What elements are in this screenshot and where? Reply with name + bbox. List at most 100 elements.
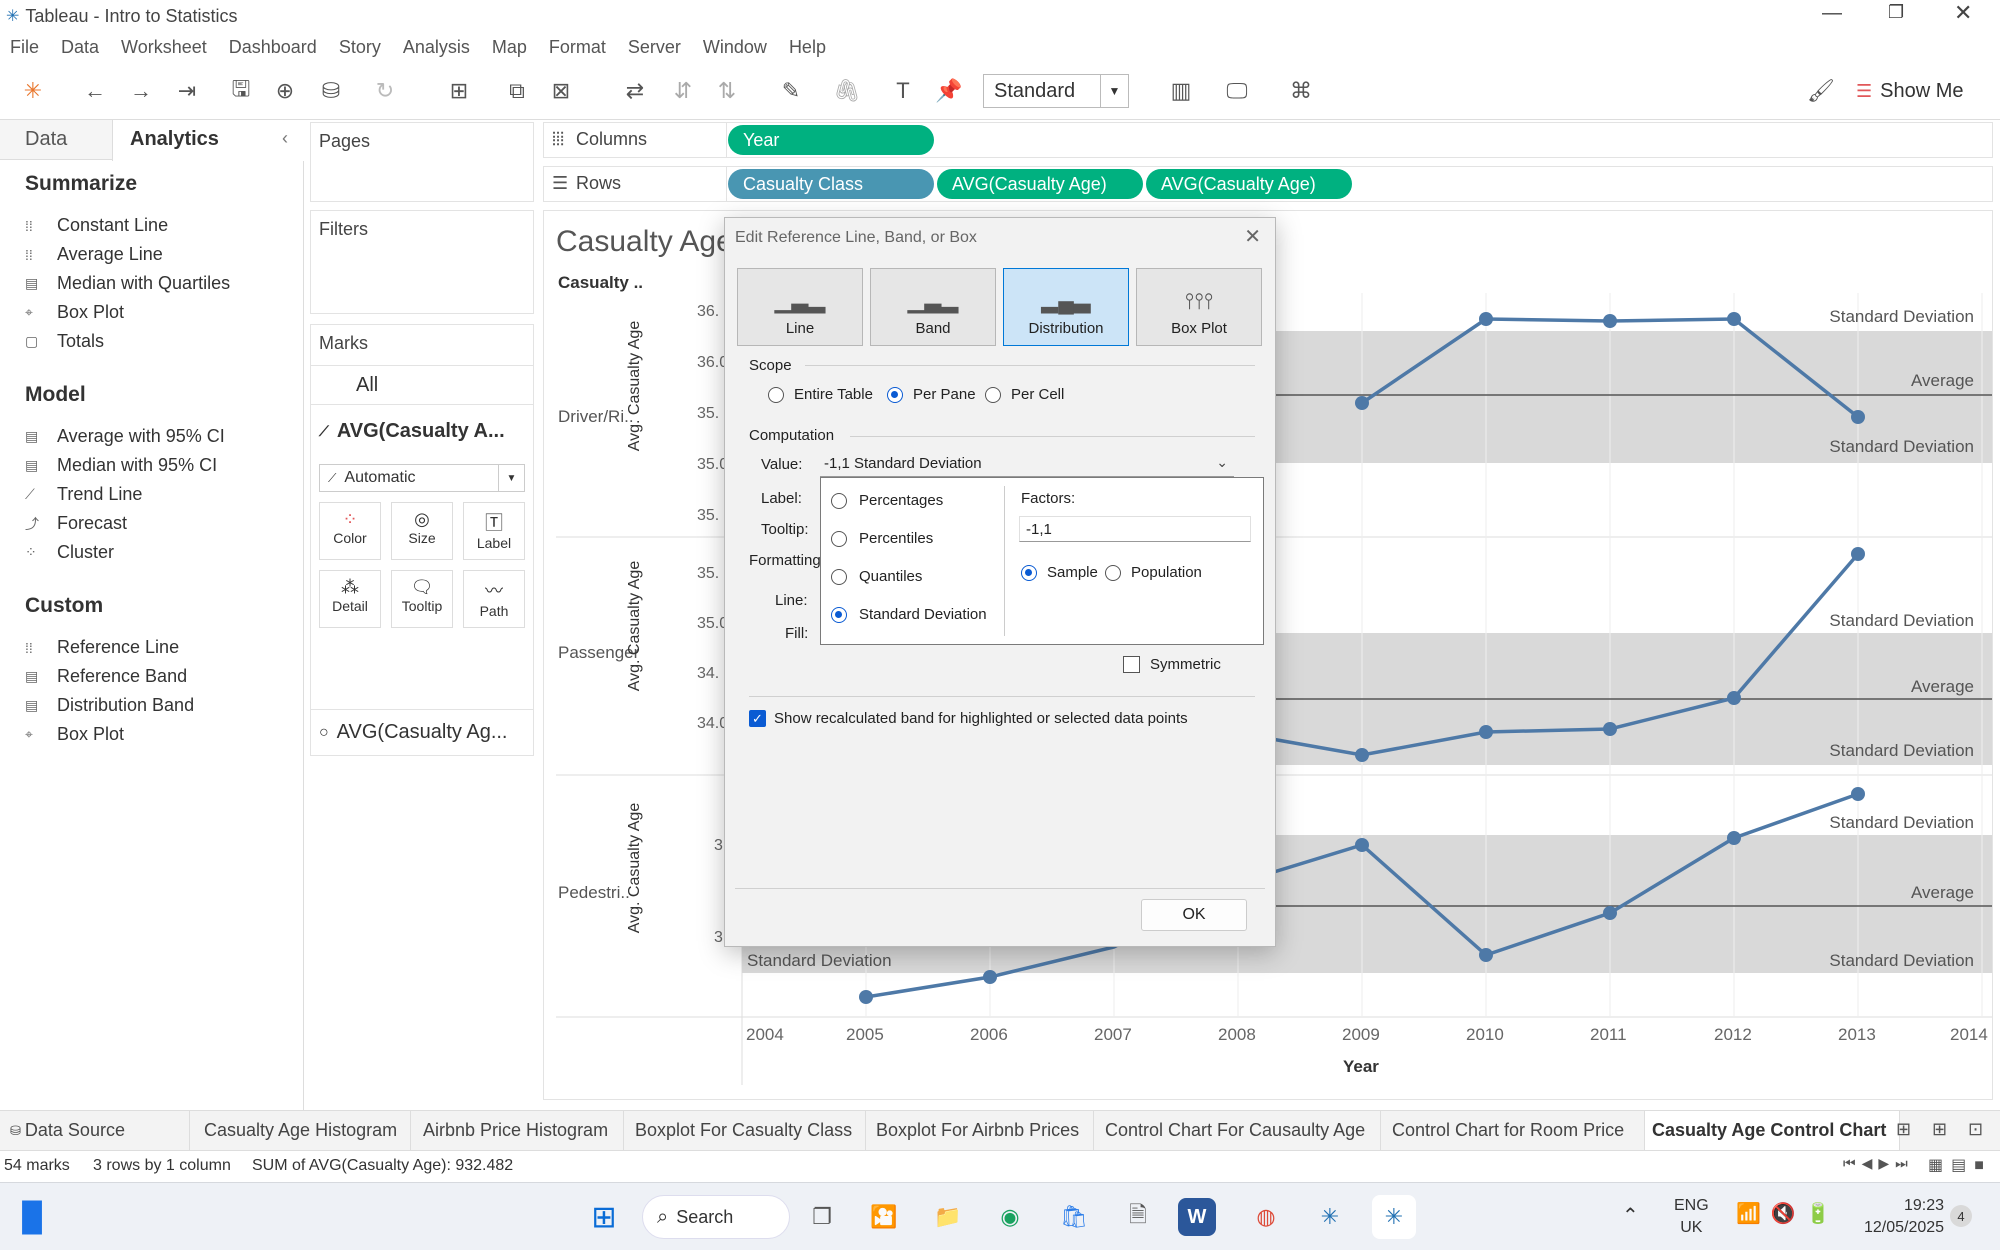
tableau-active-taskbar-icon[interactable]: ✳: [1372, 1195, 1416, 1239]
menu-format[interactable]: Format: [549, 37, 606, 58]
dialog-close-icon[interactable]: ✕: [1244, 224, 1261, 249]
tab-airbnb-price-histogram[interactable]: Airbnb Price Histogram: [423, 1120, 608, 1141]
save-icon[interactable]: 🖫: [224, 74, 258, 108]
color-button[interactable]: ⁘ Color: [319, 502, 381, 560]
tab-control-chart-room-price[interactable]: Control Chart for Room Price: [1392, 1120, 1624, 1141]
data-point[interactable]: [1603, 722, 1617, 736]
year-pill[interactable]: Year: [728, 125, 934, 155]
tab-casualty-age-control-chart[interactable]: Casualty Age Control Chart: [1652, 1120, 1886, 1141]
cluster-item[interactable]: ⁘ Cluster: [25, 542, 114, 563]
data-point[interactable]: [859, 990, 873, 1004]
replay-icon[interactable]: ⇥: [170, 74, 204, 108]
teams-chat-icon[interactable]: 🎦: [862, 1195, 906, 1239]
data-point[interactable]: [1851, 547, 1865, 561]
tab-distribution[interactable]: ▂▄▃ Distribution: [1003, 268, 1129, 346]
menu-window[interactable]: Window: [703, 37, 767, 58]
show-labels-icon[interactable]: T: [886, 74, 920, 108]
undo-icon[interactable]: ←: [78, 74, 112, 108]
notepad-icon[interactable]: 🗎: [1116, 1195, 1160, 1239]
constant-line-item[interactable]: ⁞⁞ Constant Line: [25, 215, 168, 236]
menu-analysis[interactable]: Analysis: [403, 37, 470, 58]
dist-quantiles[interactable]: Quantiles: [831, 568, 922, 585]
taskbar-search[interactable]: ⌕ Search: [642, 1195, 790, 1239]
tab-control-chart-causaulty-age[interactable]: Control Chart For Causaulty Age: [1105, 1120, 1365, 1141]
file-explorer-icon[interactable]: 📁: [926, 1195, 970, 1239]
highlight-icon[interactable]: ✎: [774, 74, 808, 108]
avg-casualty-age-pill-2[interactable]: AVG(Casualty Age): [1146, 169, 1352, 199]
marks-measure-2[interactable]: ○ AVG(Casualty Ag...: [311, 709, 533, 755]
presentation-icon[interactable]: 🖵: [1220, 74, 1254, 108]
data-point[interactable]: [1355, 396, 1369, 410]
detail-button[interactable]: ⁂ Detail: [319, 570, 381, 628]
data-point[interactable]: [983, 970, 997, 984]
restore-icon[interactable]: ❐: [1888, 2, 1904, 23]
data-point[interactable]: [1479, 725, 1493, 739]
menu-dashboard[interactable]: Dashboard: [229, 37, 317, 58]
dist-percentiles[interactable]: Percentiles: [831, 530, 933, 547]
pages-card[interactable]: Pages: [310, 122, 534, 202]
value-select[interactable]: -1,1 Standard Deviation ⌄: [820, 451, 1234, 477]
tab-box-plot[interactable]: ⫯⫯⫯ Box Plot: [1136, 268, 1262, 346]
collapse-pane-icon[interactable]: ‹: [282, 128, 288, 149]
new-datasource-icon[interactable]: ⊕: [268, 74, 302, 108]
tab-data[interactable]: Data: [25, 128, 67, 151]
new-worksheet-tab-icon[interactable]: ⊞: [1896, 1119, 1911, 1140]
factors-input[interactable]: -1,1: [1019, 516, 1251, 542]
data-point[interactable]: [1727, 691, 1741, 705]
pin-icon[interactable]: 📌: [932, 74, 966, 108]
menu-help[interactable]: Help: [789, 37, 826, 58]
windows-start-icon[interactable]: ⊞: [582, 1195, 626, 1239]
median-quartiles-item[interactable]: ▤ Median with Quartiles: [25, 273, 230, 294]
system-tray-icons[interactable]: 📶🔇🔋: [1736, 1201, 1841, 1226]
ok-button[interactable]: OK: [1141, 899, 1247, 931]
view-mode-icons[interactable]: ▦▤■: [1928, 1155, 1992, 1175]
clear-sheet-icon[interactable]: ⊠: [544, 74, 578, 108]
average-ci-item[interactable]: ▤ Average with 95% CI: [25, 426, 225, 447]
distribution-band-item[interactable]: ▤ Distribution Band: [25, 695, 194, 716]
tooltip-button[interactable]: 🗨 Tooltip: [391, 570, 453, 628]
store-icon[interactable]: 🛍: [1052, 1195, 1096, 1239]
data-point[interactable]: [1479, 312, 1493, 326]
forecast-item[interactable]: ⤴ Forecast: [25, 513, 127, 534]
casualty-class-pill[interactable]: Casualty Class: [728, 169, 934, 199]
recalculated-band-checkbox[interactable]: ✓ Show recalculated band for highlighted…: [749, 710, 1188, 727]
sample-radio[interactable]: Sample: [1021, 564, 1098, 581]
menu-server[interactable]: Server: [628, 37, 681, 58]
refresh-icon[interactable]: ↻: [368, 74, 402, 108]
task-view-icon[interactable]: ❐: [800, 1195, 844, 1239]
data-point[interactable]: [1355, 748, 1369, 762]
new-dashboard-tab-icon[interactable]: ⊞: [1932, 1119, 1947, 1140]
tableau-home-icon[interactable]: ✳: [16, 74, 50, 108]
totals-item[interactable]: ▢ Totals: [25, 331, 104, 352]
scope-per-cell[interactable]: Per Cell: [985, 386, 1064, 403]
edge-icon[interactable]: ◉: [988, 1195, 1032, 1239]
swap-icon[interactable]: ⇄: [618, 74, 652, 108]
group-icon[interactable]: 🖇: [830, 74, 864, 108]
data-point[interactable]: [1479, 948, 1493, 962]
duplicate-sheet-icon[interactable]: ⧉: [500, 74, 534, 108]
tab-boxplot-casualty-class[interactable]: Boxplot For Casualty Class: [635, 1120, 852, 1141]
dist-standard-deviation[interactable]: Standard Deviation: [831, 606, 987, 623]
scope-entire-table[interactable]: Entire Table: [768, 386, 873, 403]
sort-asc-icon[interactable]: ⇵: [666, 74, 700, 108]
new-worksheet-icon[interactable]: ⊞: [442, 74, 476, 108]
data-point[interactable]: [1727, 831, 1741, 845]
symmetric-checkbox[interactable]: Symmetric: [1123, 656, 1221, 673]
redo-icon[interactable]: →: [124, 74, 158, 108]
menu-worksheet[interactable]: Worksheet: [121, 37, 207, 58]
tab-boxplot-airbnb-prices[interactable]: Boxplot For Airbnb Prices: [876, 1120, 1079, 1141]
custom-box-plot-item[interactable]: ⌖ Box Plot: [25, 724, 124, 745]
menu-file[interactable]: File: [10, 37, 39, 58]
menu-map[interactable]: Map: [492, 37, 527, 58]
data-point[interactable]: [1355, 838, 1369, 852]
new-story-tab-icon[interactable]: ⊡: [1968, 1119, 1983, 1140]
share-icon[interactable]: ⌘: [1284, 74, 1318, 108]
fit-select[interactable]: Standard ▼: [983, 74, 1129, 108]
reference-band-item[interactable]: ▤ Reference Band: [25, 666, 187, 687]
word-icon[interactable]: W: [1178, 1198, 1216, 1236]
format-painter-icon[interactable]: 🖌: [1804, 74, 1838, 108]
notification-badge[interactable]: 4: [1950, 1205, 1972, 1227]
label-button[interactable]: 🅃 Label: [463, 502, 525, 560]
tab-casualty-age-histogram[interactable]: Casualty Age Histogram: [204, 1120, 397, 1141]
population-radio[interactable]: Population: [1105, 564, 1202, 581]
